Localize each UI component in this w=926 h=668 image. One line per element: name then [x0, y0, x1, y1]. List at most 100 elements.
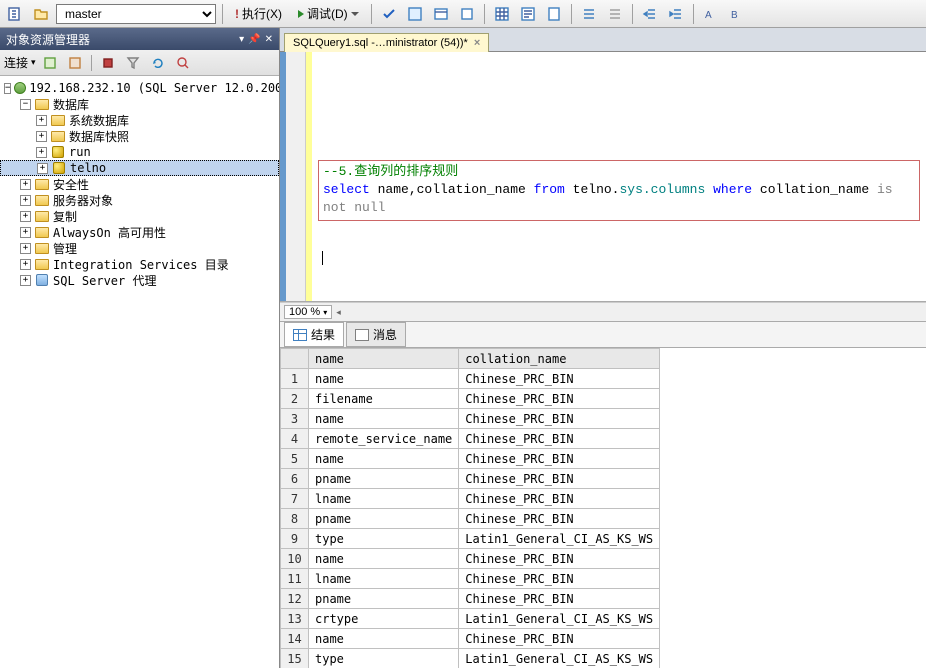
tree-security[interactable]: +安全性	[0, 176, 279, 192]
results-text-icon[interactable]	[517, 3, 539, 25]
tree-agent[interactable]: +SQL Server 代理	[0, 272, 279, 288]
row-number[interactable]: 14	[281, 629, 309, 649]
row-number[interactable]: 1	[281, 369, 309, 389]
tree-databases[interactable]: −数据库	[0, 96, 279, 112]
table-row[interactable]: 15typeLatin1_General_CI_AS_KS_WS	[281, 649, 660, 668]
tree-run[interactable]: +run	[0, 144, 279, 160]
cell-collation[interactable]: Chinese_PRC_BIN	[459, 509, 660, 529]
cell-collation[interactable]: Chinese_PRC_BIN	[459, 409, 660, 429]
refresh-icon[interactable]	[147, 52, 169, 74]
results-grid[interactable]: name collation_name 1nameChinese_PRC_BIN…	[280, 348, 926, 668]
cell-collation[interactable]: Latin1_General_CI_AS_KS_WS	[459, 529, 660, 549]
table-row[interactable]: 1nameChinese_PRC_BIN	[281, 369, 660, 389]
table-row[interactable]: 9typeLatin1_General_CI_AS_KS_WS	[281, 529, 660, 549]
stop-icon[interactable]	[97, 52, 119, 74]
cell-collation[interactable]: Chinese_PRC_BIN	[459, 489, 660, 509]
cell-collation[interactable]: Chinese_PRC_BIN	[459, 429, 660, 449]
connect-icon[interactable]	[39, 52, 61, 74]
table-row[interactable]: 7lnameChinese_PRC_BIN	[281, 489, 660, 509]
tree-management[interactable]: +管理	[0, 240, 279, 256]
zoom-select[interactable]: 100 % ▾	[284, 305, 332, 319]
table-row[interactable]: 12pnameChinese_PRC_BIN	[281, 589, 660, 609]
tree-replication[interactable]: +复制	[0, 208, 279, 224]
cell-name[interactable]: lname	[309, 489, 459, 509]
connect-label[interactable]: 连接	[4, 54, 28, 71]
cell-name[interactable]: pname	[309, 469, 459, 489]
tree-server-objects[interactable]: +服务器对象	[0, 192, 279, 208]
table-row[interactable]: 3nameChinese_PRC_BIN	[281, 409, 660, 429]
parse-icon[interactable]	[404, 3, 426, 25]
cell-collation[interactable]: Chinese_PRC_BIN	[459, 449, 660, 469]
scroll-left-icon[interactable]: ◂	[336, 307, 341, 318]
cell-name[interactable]: lname	[309, 569, 459, 589]
sql-editor[interactable]: --5.查询列的排序规则 select name,collation_name …	[312, 52, 926, 301]
filter-icon[interactable]	[122, 52, 144, 74]
display-plan-icon[interactable]	[430, 3, 452, 25]
col-header-collation[interactable]: collation_name	[459, 349, 660, 369]
object-tree[interactable]: −192.168.232.10 (SQL Server 12.0.2000 - …	[0, 76, 279, 668]
row-number[interactable]: 13	[281, 609, 309, 629]
table-row[interactable]: 5nameChinese_PRC_BIN	[281, 449, 660, 469]
cell-name[interactable]: name	[309, 629, 459, 649]
tree-sysdb[interactable]: +系统数据库	[0, 112, 279, 128]
dropdown-icon[interactable]: ▾	[239, 34, 244, 45]
row-number[interactable]: 11	[281, 569, 309, 589]
uncomment-icon[interactable]	[604, 3, 626, 25]
row-number[interactable]: 4	[281, 429, 309, 449]
tree-integration[interactable]: +Integration Services 目录	[0, 256, 279, 272]
cell-name[interactable]: type	[309, 529, 459, 549]
cell-collation[interactable]: Latin1_General_CI_AS_KS_WS	[459, 649, 660, 668]
tab-results[interactable]: 结果	[284, 322, 344, 347]
table-row[interactable]: 13crtypeLatin1_General_CI_AS_KS_WS	[281, 609, 660, 629]
tree-server[interactable]: −192.168.232.10 (SQL Server 12.0.2000 -	[0, 80, 279, 96]
cell-collation[interactable]: Chinese_PRC_BIN	[459, 389, 660, 409]
outdent-icon[interactable]	[665, 3, 687, 25]
row-number[interactable]: 3	[281, 409, 309, 429]
indent-icon[interactable]	[639, 3, 661, 25]
cell-name[interactable]: pname	[309, 509, 459, 529]
cell-name[interactable]: crtype	[309, 609, 459, 629]
execute-button[interactable]: ! 执行(X)	[229, 3, 288, 25]
cell-collation[interactable]: Chinese_PRC_BIN	[459, 469, 660, 489]
cell-collation[interactable]: Chinese_PRC_BIN	[459, 589, 660, 609]
cell-collation[interactable]: Latin1_General_CI_AS_KS_WS	[459, 609, 660, 629]
search-icon[interactable]	[172, 52, 194, 74]
database-select[interactable]: master	[56, 4, 216, 24]
table-row[interactable]: 14nameChinese_PRC_BIN	[281, 629, 660, 649]
row-number[interactable]: 6	[281, 469, 309, 489]
tree-telno[interactable]: +telno	[0, 160, 279, 176]
tree-snapshot[interactable]: +数据库快照	[0, 128, 279, 144]
cell-name[interactable]: name	[309, 449, 459, 469]
close-icon[interactable]: ✕	[265, 34, 273, 45]
row-number[interactable]: 7	[281, 489, 309, 509]
options-icon[interactable]	[456, 3, 478, 25]
new-query-icon[interactable]	[4, 3, 26, 25]
row-number[interactable]: 9	[281, 529, 309, 549]
comment-icon[interactable]	[578, 3, 600, 25]
cell-name[interactable]: name	[309, 549, 459, 569]
tab-messages[interactable]: 消息	[346, 322, 406, 347]
results-file-icon[interactable]	[543, 3, 565, 25]
disconnect-icon[interactable]	[64, 52, 86, 74]
table-row[interactable]: 2filenameChinese_PRC_BIN	[281, 389, 660, 409]
check-icon[interactable]	[378, 3, 400, 25]
cell-collation[interactable]: Chinese_PRC_BIN	[459, 629, 660, 649]
row-number[interactable]: 12	[281, 589, 309, 609]
find-icon[interactable]: A	[700, 3, 722, 25]
cell-name[interactable]: filename	[309, 389, 459, 409]
row-number[interactable]: 10	[281, 549, 309, 569]
cell-collation[interactable]: Chinese_PRC_BIN	[459, 569, 660, 589]
table-row[interactable]: 11lnameChinese_PRC_BIN	[281, 569, 660, 589]
pin-icon[interactable]: 📌	[248, 34, 260, 45]
cell-name[interactable]: pname	[309, 589, 459, 609]
row-number[interactable]: 15	[281, 649, 309, 668]
open-icon[interactable]	[30, 3, 52, 25]
cell-collation[interactable]: Chinese_PRC_BIN	[459, 549, 660, 569]
tab-close-icon[interactable]: ×	[474, 37, 480, 49]
cell-name[interactable]: type	[309, 649, 459, 668]
cell-name[interactable]: remote_service_name	[309, 429, 459, 449]
grid-corner[interactable]	[281, 349, 309, 369]
table-row[interactable]: 4remote_service_nameChinese_PRC_BIN	[281, 429, 660, 449]
row-number[interactable]: 5	[281, 449, 309, 469]
table-row[interactable]: 10nameChinese_PRC_BIN	[281, 549, 660, 569]
